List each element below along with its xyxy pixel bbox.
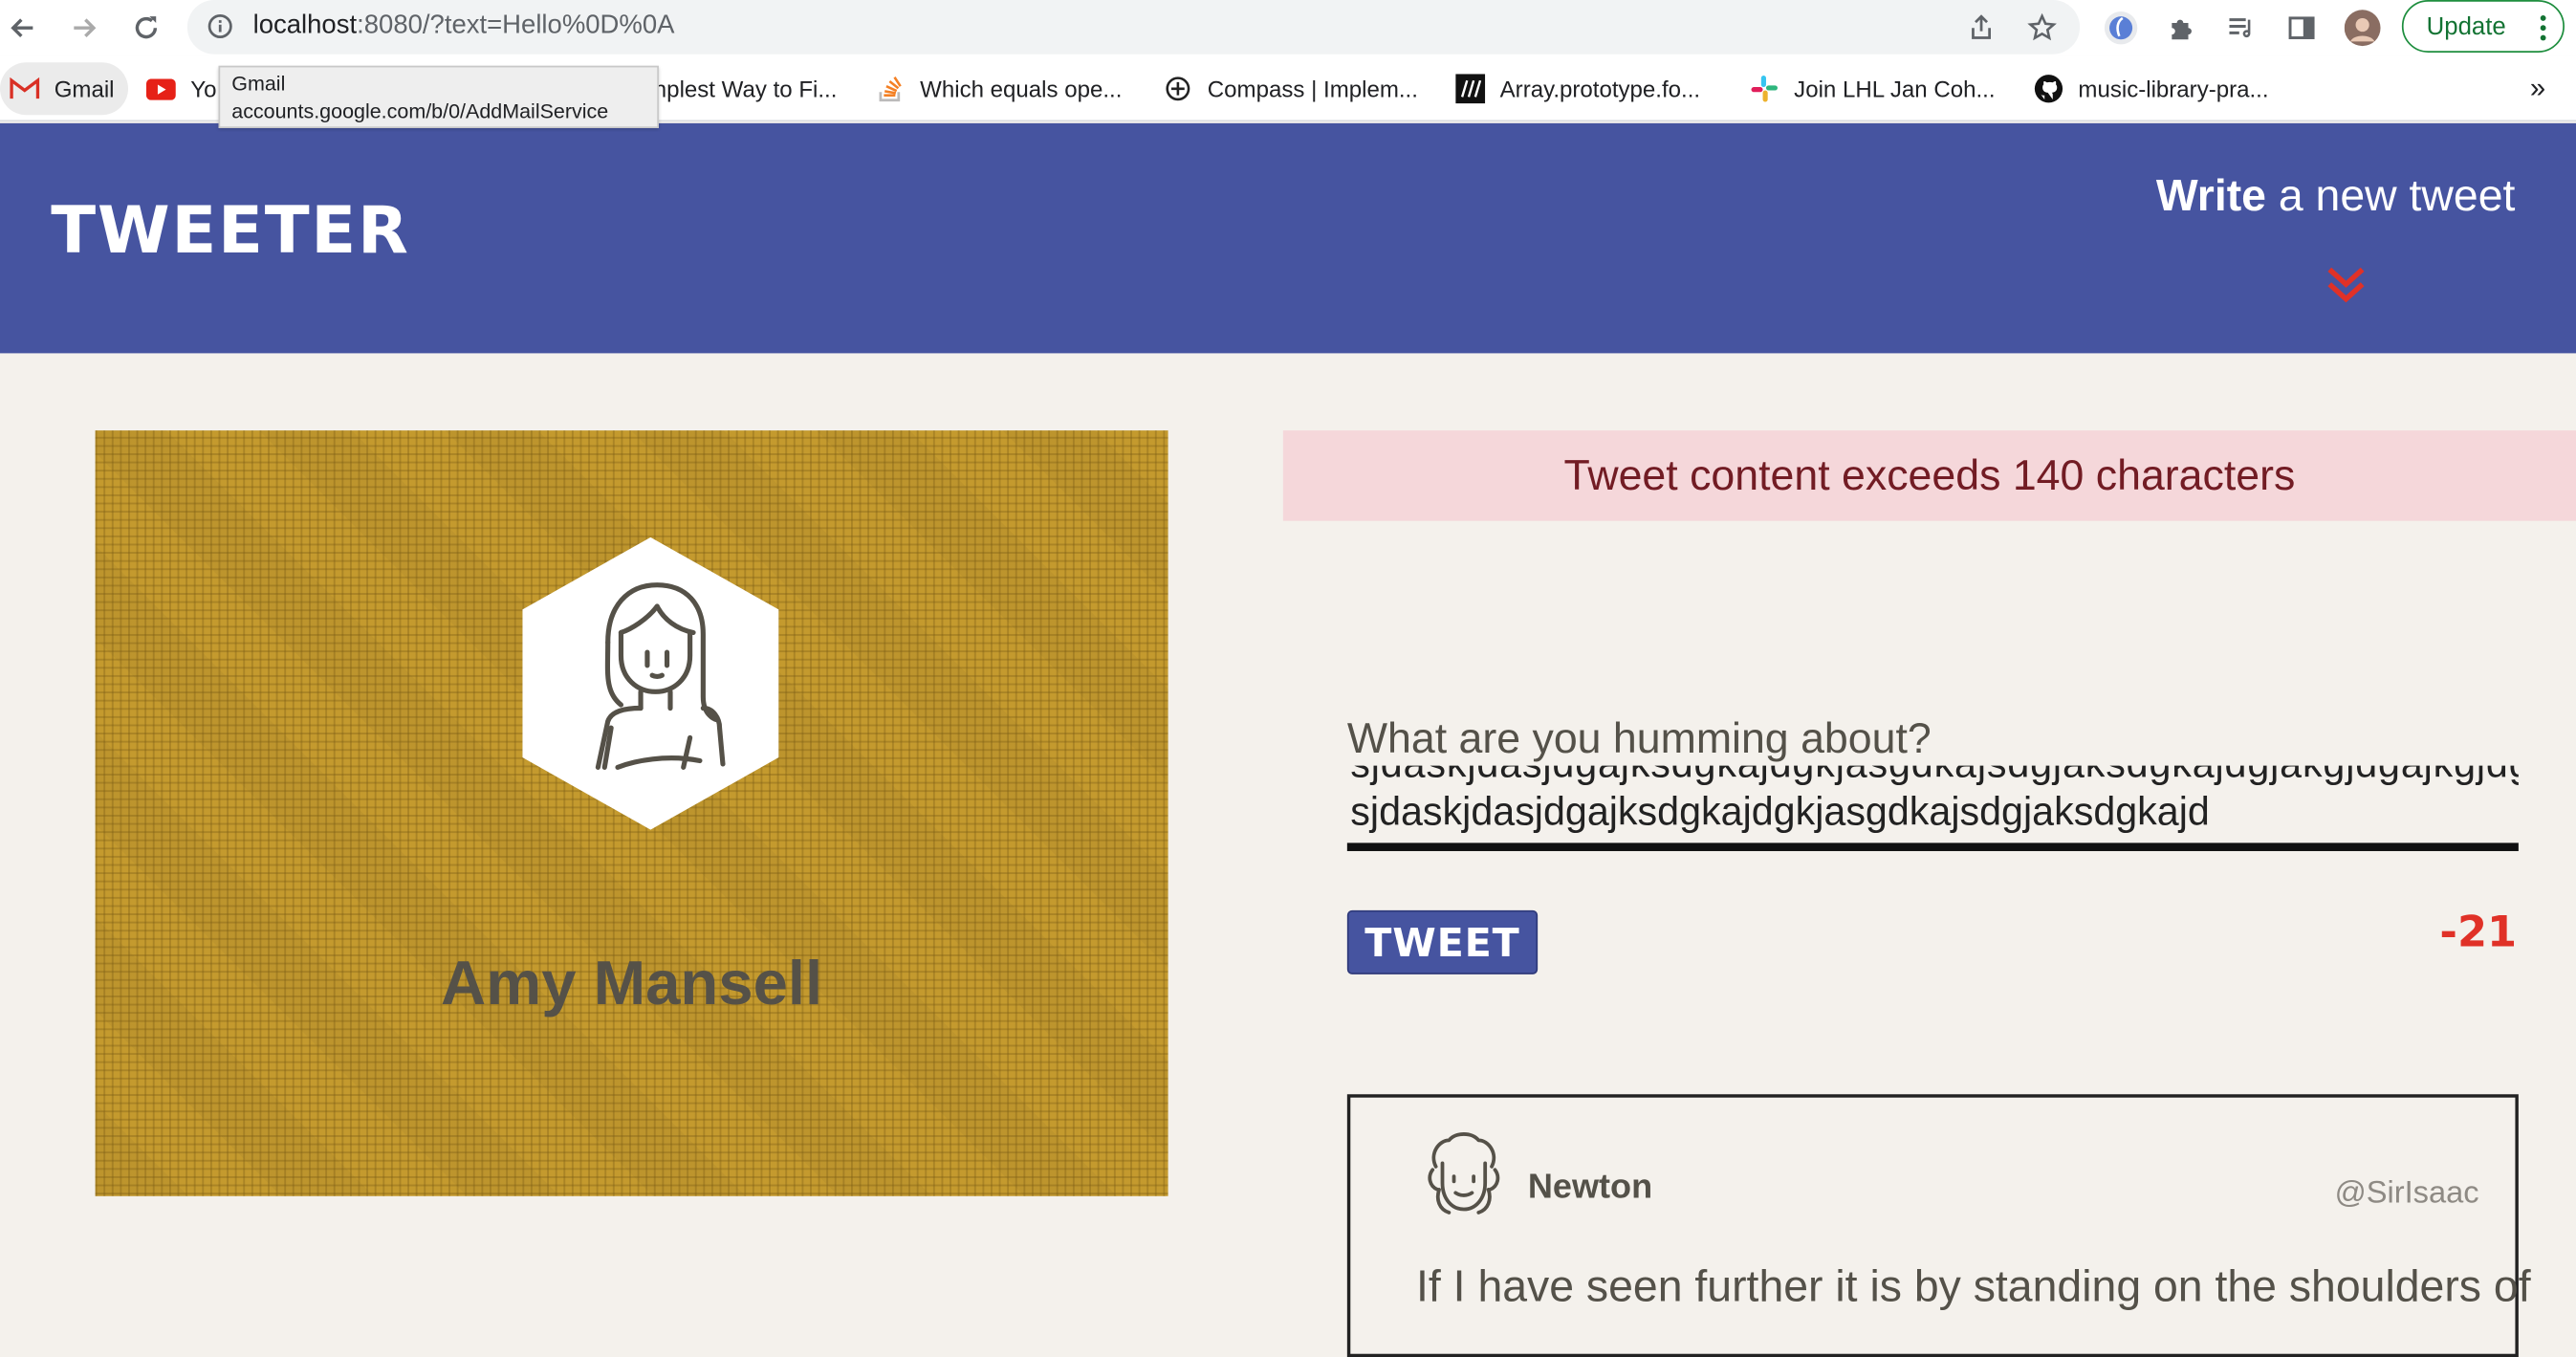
tooltip-title: Gmail bbox=[231, 72, 286, 96]
profile-avatar bbox=[522, 536, 779, 830]
bookmark-youtube[interactable]: Yo bbox=[145, 71, 217, 107]
compose-label: What are you humming about? bbox=[1346, 712, 1932, 763]
puzzle-icon[interactable] bbox=[2164, 10, 2200, 46]
bookmark-array-prototype[interactable]: Array.prototype.fo... bbox=[1455, 71, 1700, 107]
bookmark-label: Array.prototype.fo... bbox=[1499, 76, 1701, 102]
gmail-icon bbox=[10, 74, 40, 103]
slack-icon bbox=[1750, 74, 1779, 103]
bookmark-label: Gmail bbox=[54, 76, 115, 102]
update-label: Update bbox=[2426, 11, 2506, 41]
profile-icon[interactable] bbox=[2344, 10, 2381, 47]
tweet-textarea[interactable]: sjdaskjdasjdgajksdgkajdgkjasgdkajsdgjaks… bbox=[1347, 766, 2519, 844]
url-rest: :8080/?text=Hello%0D%0A bbox=[357, 11, 675, 40]
url-text: localhost:8080/?text=Hello%0D%0A bbox=[253, 11, 675, 41]
github-icon bbox=[2034, 74, 2063, 103]
browser-toolbar: localhost:8080/?text=Hello%0D%0A Update bbox=[0, 0, 2576, 56]
double-chevron-down-icon[interactable] bbox=[2323, 259, 2369, 309]
bookmark-gmail[interactable]: Gmail bbox=[0, 62, 128, 116]
site-logo[interactable]: TWEETER bbox=[51, 195, 409, 269]
bookmark-label: nplest Way to Fi... bbox=[653, 76, 838, 102]
mdn-icon bbox=[1455, 74, 1486, 104]
bookmark-simplest-way[interactable]: nplest Way to Fi... bbox=[654, 71, 838, 107]
newton-avatar-icon bbox=[1428, 1132, 1500, 1215]
address-bar[interactable]: localhost:8080/?text=Hello%0D%0A bbox=[186, 0, 2081, 55]
bookmark-music-library[interactable]: music-library-pra... bbox=[2034, 71, 2269, 107]
profile-name: Amy Mansell bbox=[441, 950, 823, 1019]
bookmark-label: Compass | Implem... bbox=[1207, 76, 1418, 102]
bookmark-which-equals[interactable]: Which equals ope... bbox=[876, 71, 1123, 107]
write-rest: a new tweet bbox=[2265, 170, 2516, 221]
bookmarks-overflow-button[interactable]: » bbox=[2530, 71, 2545, 107]
tweet-content: If I have seen further it is by standing… bbox=[1416, 1261, 2531, 1312]
extension-icon[interactable] bbox=[2103, 10, 2139, 46]
update-button[interactable]: Update bbox=[2401, 0, 2565, 53]
error-message: Tweet content exceeds 140 characters bbox=[1563, 449, 2296, 500]
tweet-author-handle: @SirIsaac bbox=[2334, 1176, 2479, 1212]
character-counter: -21 bbox=[2439, 908, 2518, 958]
side-panel-icon[interactable] bbox=[2283, 10, 2320, 46]
youtube-icon bbox=[145, 74, 176, 103]
back-arrow-icon[interactable] bbox=[5, 10, 41, 46]
overflow-chevron: » bbox=[2529, 72, 2546, 104]
tweet-card bbox=[1346, 1094, 2519, 1357]
tweet-button[interactable]: TWEET bbox=[1346, 909, 1539, 974]
star-icon[interactable] bbox=[2025, 11, 2058, 44]
textarea-current-line: sjdaskjdasjdgajksdgkajdgkjasgdkajsdgjaks… bbox=[1350, 790, 2210, 835]
tweet-author-name: Newton bbox=[1527, 1168, 1653, 1207]
more-vert-icon[interactable] bbox=[2540, 13, 2546, 43]
url-host: localhost bbox=[252, 11, 358, 40]
screen: localhost:8080/?text=Hello%0D%0A Update bbox=[0, 0, 2576, 1357]
bookmark-label: Join LHL Jan Coh... bbox=[1794, 76, 1996, 102]
share-icon[interactable] bbox=[1965, 11, 1997, 44]
textarea-underline bbox=[1346, 843, 2519, 851]
bookmark-tooltip: Gmail accounts.google.com/b/0/AddMailSer… bbox=[218, 65, 659, 129]
reload-icon[interactable] bbox=[128, 10, 164, 46]
forward-arrow-icon[interactable] bbox=[66, 10, 102, 46]
bookmark-label: Yo bbox=[190, 76, 217, 102]
bookmark-join-lhl[interactable]: Join LHL Jan Coh... bbox=[1750, 71, 1996, 107]
stackoverflow-icon bbox=[876, 74, 906, 103]
textarea-previous-line: sjdaskjdasjdgajksdgkajdgkjasgdkajsdgjaks… bbox=[1350, 766, 2519, 789]
write-bold: Write bbox=[2155, 170, 2266, 221]
reading-list-icon[interactable] bbox=[2223, 10, 2259, 46]
tooltip-url: accounts.google.com/b/0/AddMailService bbox=[231, 99, 609, 123]
bookmark-label: Which equals ope... bbox=[920, 76, 1123, 102]
bookmark-label: music-library-pra... bbox=[2078, 76, 2269, 102]
info-icon[interactable] bbox=[207, 13, 232, 39]
compass-icon bbox=[1163, 74, 1192, 103]
bookmark-compass[interactable]: Compass | Implem... bbox=[1163, 71, 1418, 107]
write-new-tweet-link[interactable]: Write a new tweet bbox=[2156, 171, 2516, 222]
